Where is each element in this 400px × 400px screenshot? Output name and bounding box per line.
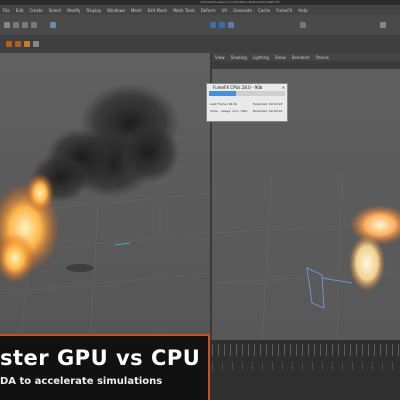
ipr-render-icon[interactable] <box>219 22 225 28</box>
fumefx-preview-icon[interactable] <box>33 41 39 47</box>
menu-item[interactable]: Edit <box>16 8 24 13</box>
hypershade-icon[interactable] <box>300 22 306 28</box>
fumefx-source-icon[interactable] <box>15 41 21 47</box>
menu-item[interactable]: Deform <box>201 8 216 13</box>
grid-container-gizmo <box>306 267 353 309</box>
ground-shadow <box>66 264 94 272</box>
menu-item[interactable]: Create <box>29 8 42 13</box>
scale-tool-icon[interactable] <box>31 22 37 28</box>
main-menubar: File Edit Create Select Modify Display Windows… <box>0 5 400 15</box>
toolbar-shelf <box>0 15 400 35</box>
banner-headline: ster GPU vs CPU <box>0 346 201 370</box>
panel-row-label: Last Frame: 99.0b <box>210 102 238 106</box>
close-icon[interactable]: ✕ <box>282 85 285 90</box>
panel-row-value: Expected: 00:00:18 <box>253 109 283 113</box>
snap-icon[interactable] <box>50 22 56 28</box>
viewport-left[interactable] <box>0 53 210 340</box>
menu-item[interactable]: Select <box>49 8 61 13</box>
left-viewport-canvas <box>0 83 210 340</box>
fire-flame <box>0 173 60 283</box>
attribute-editor-icon[interactable] <box>380 22 386 28</box>
render-icon[interactable] <box>210 22 216 28</box>
progress-fill <box>209 91 236 96</box>
fumefx-progress-panel[interactable]: FumeFX CPUs 28.0 - 90b ✕ Last Frame: 99.… <box>206 83 288 122</box>
panel-row-label: Sims... usage: 12.1 / 90b <box>210 109 248 113</box>
promo-banner: ster GPU vs CPU DA to accelerate simulat… <box>0 334 210 400</box>
timeline-ticks <box>212 344 400 356</box>
menu-item[interactable]: File <box>3 8 10 13</box>
fumefx-simulate-icon[interactable] <box>24 41 30 47</box>
rotate-tool-icon[interactable] <box>22 22 28 28</box>
menu-item[interactable]: UV <box>222 8 228 13</box>
fumefx-grid-icon[interactable] <box>6 41 12 47</box>
banner-subline: DA to accelerate simulations <box>0 376 163 387</box>
select-tool-icon[interactable] <box>4 22 10 28</box>
panel-row-value: Expected: 00:00:18 <box>253 102 283 106</box>
emitter-gizmo <box>114 242 131 246</box>
menu-item[interactable]: Display <box>86 8 101 13</box>
fumefx-shelf <box>0 35 400 53</box>
panel-title: FumeFX CPUs 28.0 - 90b <box>213 85 263 90</box>
menu-item[interactable]: Help <box>298 8 307 13</box>
menu-item[interactable]: Cache <box>258 8 270 13</box>
range-slider[interactable] <box>212 362 400 370</box>
menu-item[interactable]: Modify <box>67 8 80 13</box>
simulation-progress-bar <box>209 91 285 96</box>
menu-item[interactable]: Mesh Tools <box>173 8 195 13</box>
menu-item[interactable]: Mesh <box>131 8 142 13</box>
move-tool-icon[interactable] <box>13 22 19 28</box>
menu-item[interactable]: Generate <box>233 8 252 13</box>
render-settings-icon[interactable] <box>228 22 234 28</box>
fire-mushroom <box>349 205 400 291</box>
menu-item[interactable]: Windows <box>107 8 125 13</box>
menu-item[interactable]: FumeFX <box>276 8 292 13</box>
window-title: x/fumeFX/Labels/_FumeFX/BoundDataset/fum… <box>200 0 280 4</box>
menu-item[interactable]: Edit Mesh <box>148 8 168 13</box>
